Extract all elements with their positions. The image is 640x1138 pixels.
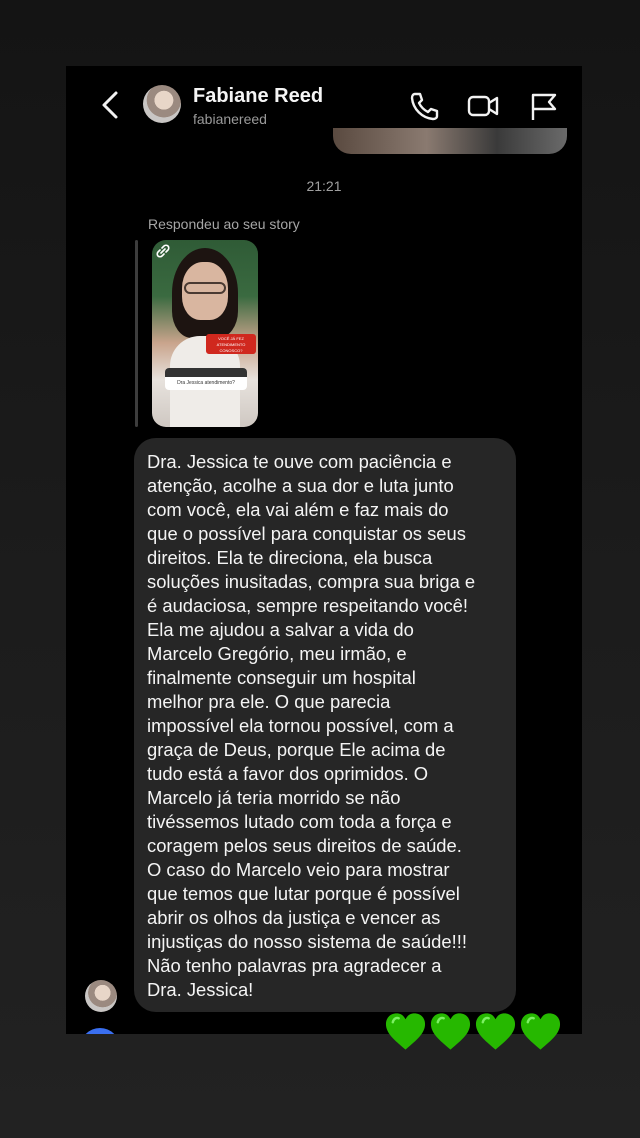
story-sticker: VOCÊ JÁ FEZ ATENDIMENTO CONOSCO? [206, 334, 256, 354]
green-heart-icon [385, 1013, 426, 1050]
back-arrow-icon[interactable] [96, 88, 126, 122]
contact-name[interactable]: Fabiane Reed [193, 85, 323, 108]
reply-indicator-bar [135, 240, 138, 427]
phone-icon[interactable] [408, 90, 440, 122]
story-frame: Fabiane Reed fabianereed 21:21 Respondeu… [0, 0, 640, 1138]
story-photo-glasses [184, 282, 226, 294]
story-question-box: Dra Jessica atendimento? [165, 368, 247, 390]
story-question-text: Dra Jessica atendimento? [177, 380, 235, 386]
green-heart-icon [430, 1013, 471, 1050]
message-text: Dra. Jessica te ouve com paciência e ate… [147, 451, 476, 1000]
flag-icon[interactable] [527, 90, 559, 122]
story-reply-label: Respondeu ao seu story [148, 216, 300, 232]
video-camera-icon[interactable] [467, 90, 499, 122]
dm-screenshot: Fabiane Reed fabianereed 21:21 Respondeu… [66, 66, 582, 1034]
link-icon [156, 244, 170, 258]
contact-username: fabianereed [193, 111, 267, 127]
sender-avatar[interactable] [85, 980, 117, 1012]
green-hearts-overlay [384, 1010, 562, 1058]
previous-media-message[interactable] [333, 128, 567, 154]
camera-button[interactable] [80, 1028, 120, 1034]
green-heart-icon [475, 1013, 516, 1050]
green-heart-icon [520, 1013, 561, 1050]
story-question-header [165, 368, 247, 377]
message-bubble[interactable]: Dra. Jessica te ouve com paciência e ate… [134, 438, 516, 1012]
story-thumbnail[interactable]: VOCÊ JÁ FEZ ATENDIMENTO CONOSCO? Dra Jes… [152, 240, 258, 427]
message-timestamp: 21:21 [306, 178, 342, 194]
contact-avatar[interactable] [143, 85, 181, 123]
